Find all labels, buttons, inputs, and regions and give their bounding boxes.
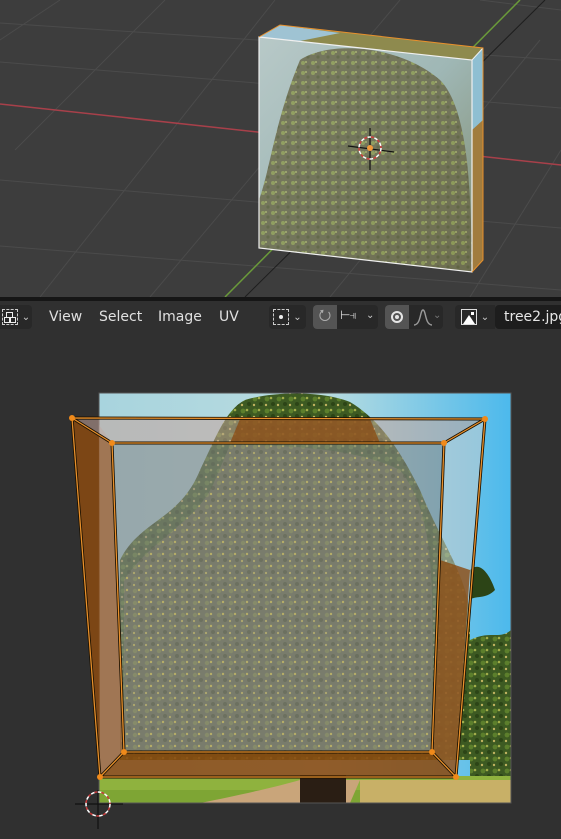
uv-vertex: [69, 415, 75, 421]
proportional-editing-toggle[interactable]: [385, 305, 409, 329]
uv-face-bottom: [100, 752, 456, 777]
uv-vertex: [97, 774, 103, 780]
menu-select[interactable]: Select: [99, 308, 142, 326]
falloff-curve-icon[interactable]: [413, 308, 433, 326]
uv-mesh[interactable]: [69, 415, 488, 780]
chevron-down-icon[interactable]: ⌄: [366, 310, 374, 321]
image-browse-icon: [460, 309, 477, 325]
menu-image[interactable]: Image: [158, 308, 202, 326]
chevron-down-icon: ⌄: [480, 311, 490, 323]
chevron-down-icon[interactable]: ⌄: [433, 310, 441, 321]
uv-select-mode-icon: [1, 309, 18, 325]
uv-vertex: [482, 416, 488, 422]
proportional-editing-icon: [391, 311, 403, 323]
3d-scene[interactable]: [0, 0, 561, 297]
snap-group: ⭮ ⊢⫣ ⌄: [313, 305, 378, 329]
menu-view[interactable]: View: [49, 308, 82, 326]
image-name-field[interactable]: tree2.jpg: [495, 305, 561, 329]
uv-vertex: [441, 440, 447, 446]
uv-select-mode-dropdown[interactable]: ⌄: [0, 305, 32, 329]
uv-sync-selection-toggle[interactable]: ⭮: [313, 305, 337, 329]
snap-increment-icon[interactable]: ⊢⫣: [340, 308, 357, 323]
chevron-down-icon: ⌄: [293, 311, 302, 323]
proportional-editing-group: ⌄: [385, 305, 443, 329]
uv-editor-canvas[interactable]: [0, 333, 561, 839]
image-browse-dropdown[interactable]: ⌄: [455, 305, 495, 329]
3d-viewport[interactable]: [0, 0, 561, 297]
uv-vertex: [453, 774, 459, 780]
chevron-down-icon: ⌄: [21, 311, 31, 323]
pivot-point-icon: [273, 309, 290, 325]
menu-uv[interactable]: UV: [219, 308, 239, 326]
uv-sync-selection-icon: ⭮: [318, 305, 332, 324]
pivot-point-dropdown[interactable]: ⌄: [269, 305, 306, 329]
uv-vertex: [109, 440, 115, 446]
uv-vertex: [429, 749, 435, 755]
uv-vertex: [121, 749, 127, 755]
